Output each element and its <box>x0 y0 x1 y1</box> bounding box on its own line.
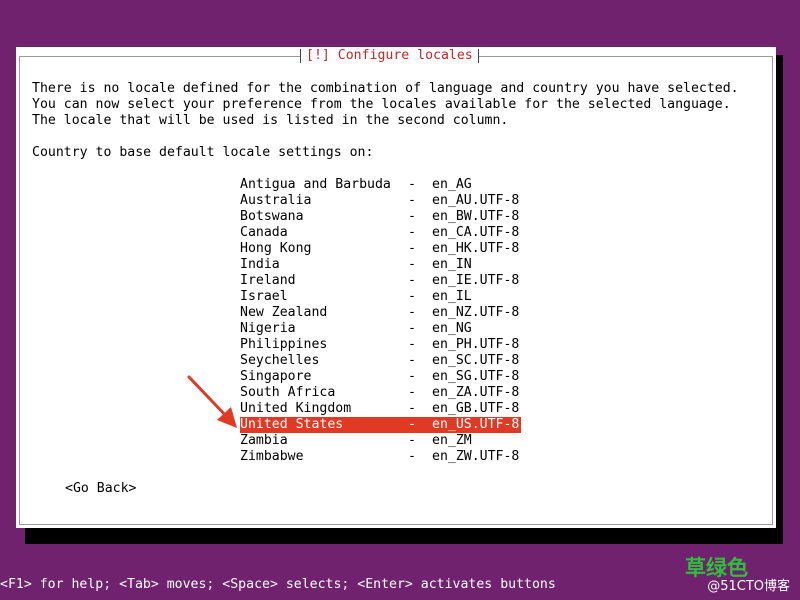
list-item-country: India <box>240 257 280 272</box>
list-item-country: South Africa <box>240 385 336 400</box>
list-item-country: Hong Kong <box>240 241 312 256</box>
annotation-arrow-icon <box>187 375 237 428</box>
list-item-country: Singapore <box>240 369 312 384</box>
list-item-nigeria[interactable]: Nigeria - en_NG <box>240 321 521 337</box>
list-item-locale: en_GB.UTF-8 <box>432 401 520 416</box>
list-item-locale: en_PH.UTF-8 <box>432 337 520 352</box>
list-item-country: Canada <box>240 225 288 240</box>
list-item-country: Nigeria <box>240 321 296 336</box>
list-item-country: Seychelles <box>240 353 320 368</box>
list-item-country: New Zealand <box>240 305 328 320</box>
list-item-locale: en_HK.UTF-8 <box>432 241 520 256</box>
list-item-locale: en_ZA.UTF-8 <box>432 385 520 400</box>
list-item-separator: - <box>408 177 416 192</box>
list-item-india[interactable]: India - en_IN <box>240 257 521 273</box>
list-item-locale: en_NG <box>432 321 472 336</box>
list-item-separator: - <box>408 241 416 256</box>
list-item-locale: en_ZW.UTF-8 <box>432 449 520 464</box>
intro-line-2: You can now select your preference from … <box>32 97 731 112</box>
list-item-seychelles[interactable]: Seychelles - en_SC.UTF-8 <box>240 353 521 369</box>
list-item-country: Zimbabwe <box>240 449 304 464</box>
list-item-separator: - <box>408 385 416 400</box>
country-list[interactable]: Antigua and Barbuda - en_AG Australia - en_AU… <box>240 177 521 465</box>
list-item-united-states[interactable]: United States - en_US.UTF-8 <box>240 417 521 433</box>
list-item-country: United States <box>240 417 344 432</box>
list-item-locale: en_US.UTF-8 <box>432 417 520 432</box>
list-item-locale: en_SG.UTF-8 <box>432 369 520 384</box>
list-item-zambia[interactable]: Zambia - en_ZM <box>240 433 521 449</box>
list-item-separator: - <box>408 433 416 448</box>
list-item-new-zealand[interactable]: New Zealand - en_NZ.UTF-8 <box>240 305 521 321</box>
list-item-united-kingdom[interactable]: United Kingdom - en_GB.UTF-8 <box>240 401 521 417</box>
list-item-locale: en_IE.UTF-8 <box>432 273 520 288</box>
list-item-country: United Kingdom <box>240 401 352 416</box>
list-item-country: Philippines <box>240 337 328 352</box>
list-item-botswana[interactable]: Botswana - en_BW.UTF-8 <box>240 209 521 225</box>
watermark-site: @51CTO博客 <box>707 579 790 594</box>
intro-line-1: There is no locale defined for the combi… <box>32 81 739 96</box>
list-item-country: Zambia <box>240 433 288 448</box>
help-bar: <F1> for help; <Tab> moves; <Space> sele… <box>0 577 556 592</box>
dialog-title: [!] Configure locales <box>300 47 479 65</box>
list-item-country: Australia <box>240 193 312 208</box>
list-item-separator: - <box>408 273 416 288</box>
list-item-locale: en_ZM <box>432 433 472 448</box>
list-item-locale: en_IN <box>432 257 472 272</box>
list-item-locale: en_AG <box>432 177 472 192</box>
list-item-israel[interactable]: Israel - en_IL <box>240 289 521 305</box>
list-item-locale: en_BW.UTF-8 <box>432 209 520 224</box>
list-item-country: Ireland <box>240 273 296 288</box>
list-item-separator: - <box>408 225 416 240</box>
list-item-antigua-and-barbuda[interactable]: Antigua and Barbuda - en_AG <box>240 177 521 193</box>
list-item-philippines[interactable]: Philippines - en_PH.UTF-8 <box>240 337 521 353</box>
list-item-separator: - <box>408 353 416 368</box>
list-item-south-africa[interactable]: South Africa - en_ZA.UTF-8 <box>240 385 521 401</box>
list-item-locale: en_AU.UTF-8 <box>432 193 520 208</box>
list-item-separator: - <box>408 449 416 464</box>
list-item-australia[interactable]: Australia - en_AU.UTF-8 <box>240 193 521 209</box>
list-item-country: Botswana <box>240 209 304 224</box>
list-item-canada[interactable]: Canada - en_CA.UTF-8 <box>240 225 521 241</box>
list-item-separator: - <box>408 369 416 384</box>
list-item-separator: - <box>408 289 416 304</box>
list-item-country: Israel <box>240 289 288 304</box>
list-item-locale: en_IL <box>432 289 472 304</box>
list-item-country: Antigua and Barbuda <box>240 177 391 192</box>
list-item-separator: - <box>408 257 416 272</box>
list-item-ireland[interactable]: Ireland - en_IE.UTF-8 <box>240 273 521 289</box>
list-item-locale: en_CA.UTF-8 <box>432 225 520 240</box>
go-back-button[interactable]: <Go Back> <box>65 481 136 497</box>
list-item-separator: - <box>408 209 416 224</box>
list-item-singapore[interactable]: Singapore - en_SG.UTF-8 <box>240 369 521 385</box>
list-item-hong-kong[interactable]: Hong Kong - en_HK.UTF-8 <box>240 241 521 257</box>
list-item-separator: - <box>408 401 416 416</box>
list-item-separator: - <box>408 193 416 208</box>
list-item-locale: en_SC.UTF-8 <box>432 353 520 368</box>
list-item-separator: - <box>408 337 416 352</box>
locale-prompt: Country to base default locale settings … <box>32 145 374 160</box>
list-item-separator: - <box>408 305 416 320</box>
list-item-separator: - <box>408 321 416 336</box>
list-item-separator: - <box>408 417 416 432</box>
intro-line-3: The locale that will be used is listed i… <box>32 113 509 128</box>
list-item-locale: en_NZ.UTF-8 <box>432 305 520 320</box>
list-item-zimbabwe[interactable]: Zimbabwe - en_ZW.UTF-8 <box>240 449 521 465</box>
